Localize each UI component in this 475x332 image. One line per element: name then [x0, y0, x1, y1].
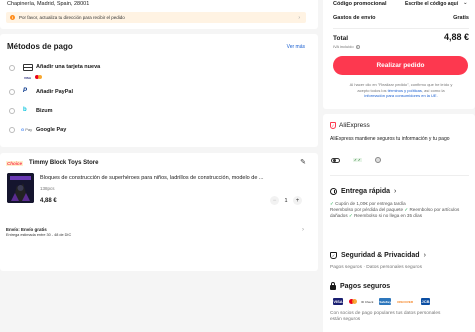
- brand-name: AliExpress: [339, 122, 370, 129]
- shield-icon: ✓: [330, 122, 336, 129]
- payment-method-bizum[interactable]: b Bizum: [9, 106, 309, 118]
- chevron-right-icon: ›: [298, 14, 300, 21]
- payment-method-label: Bizum: [36, 108, 53, 114]
- mastercard-icon: [35, 75, 42, 80]
- chevron-right-icon[interactable]: ›: [302, 227, 304, 233]
- see-more-link[interactable]: Ver más: [287, 44, 305, 50]
- address-warning[interactable]: ! Por favor, actualiza tu dirección para…: [6, 12, 306, 23]
- edit-icon[interactable]: ✎: [300, 158, 306, 166]
- brand-row: ✓ AliExpress: [330, 122, 370, 129]
- brand-description: AliExpress mantiene seguros tu informaci…: [330, 136, 450, 142]
- payment-method-label: Añadir una tarjeta nueva: [36, 64, 101, 70]
- trust-badges: ✓ ✓: [331, 157, 381, 163]
- lock-icon: [330, 282, 336, 290]
- shipping-cost-value: Gratis: [453, 15, 469, 21]
- secure-payments-header: Pagos seguros: [330, 282, 391, 290]
- delivery-item: Cupón de 1,00€ por entrega tardía: [335, 201, 406, 206]
- radio-button[interactable]: [9, 108, 15, 114]
- vat-note: IVA incluido i: [333, 44, 360, 49]
- trust-card: ✓ AliExpress AliExpress mantiene seguros…: [323, 114, 475, 332]
- security-text: Pagos seguros · Datos personales seguros: [330, 265, 422, 270]
- safekey-icon: SafeKey: [379, 298, 392, 305]
- product-title[interactable]: Bloques de construcción de superhéroes p…: [40, 175, 312, 181]
- secure-payments-text: Con socios de pago populares tus datos p…: [330, 311, 441, 322]
- warning-text: Por favor, actualiza tu dirección para r…: [19, 15, 125, 20]
- delivery-list: ✓ Cupón de 1,00€ por entrega tardía Reem…: [330, 201, 472, 219]
- paypal-icon: P: [23, 88, 28, 94]
- fast-delivery-header[interactable]: Entrega rápida ›: [330, 188, 396, 195]
- shipping-title: Envío: Envío gratis: [6, 227, 47, 232]
- place-order-button[interactable]: Realizar pedido: [333, 56, 468, 75]
- googlepay-icon: G Pay: [21, 127, 33, 132]
- payment-method-paypal[interactable]: P Añadir PayPal: [9, 87, 309, 99]
- product-variant[interactable]: 138pcs: [40, 186, 55, 191]
- chevron-down-icon[interactable]: ⌄: [463, 0, 468, 6]
- bizum-icon: b: [23, 107, 27, 113]
- radio-button[interactable]: [9, 127, 15, 133]
- fast-delivery-title: Entrega rápida: [341, 188, 391, 195]
- payment-method-card[interactable]: Añadir una tarjeta nueva VISA: [9, 62, 309, 80]
- store-name[interactable]: Timmy Block Toys Store: [29, 160, 98, 166]
- security-header[interactable]: ✓ Seguridad & Privacidad ›: [330, 252, 426, 259]
- radio-button[interactable]: [9, 89, 15, 95]
- seal-icon: [374, 157, 381, 163]
- payment-method-label: Google Pay: [36, 127, 67, 133]
- order-summary-card: Código promocional Escribe el código aqu…: [323, 0, 475, 109]
- store-header: Choice Timmy Block Toys Store: [6, 160, 98, 166]
- visa-icon: VISA: [333, 298, 343, 305]
- chevron-right-icon: ›: [423, 252, 426, 259]
- shipping-date: Entrega estimada entre 30 - 48 de DIC: [6, 233, 72, 237]
- legal-text-3: , así como la: [421, 87, 445, 93]
- warning-icon: !: [10, 15, 15, 20]
- mastercard-icon: [349, 299, 357, 304]
- address-line: Chapinería, Madrid, Spain, 28001: [7, 1, 90, 7]
- payment-method-label: Añadir PayPal: [36, 89, 73, 95]
- security-title: Seguridad & Privacidad: [341, 252, 420, 259]
- promo-label: Código promocional: [333, 1, 387, 7]
- consumer-info-link[interactable]: información para consumidores en la UE.: [364, 93, 437, 98]
- product-image[interactable]: [7, 173, 34, 203]
- delivery-item: Reembolso si no llega en 35 días: [354, 213, 422, 218]
- visa-icon: VISA: [24, 75, 32, 80]
- badge-icon: ✓ ✓: [353, 158, 362, 162]
- quantity-value[interactable]: 1: [279, 198, 293, 204]
- minus-button[interactable]: −: [270, 196, 279, 205]
- product-price: 4,88 €: [40, 198, 57, 204]
- store-card: Choice Timmy Block Toys Store ✎ Bloques …: [0, 153, 318, 271]
- divider: [330, 175, 469, 176]
- delivery-item: Reembolso por pérdida del paquete: [330, 207, 404, 212]
- info-icon[interactable]: i: [355, 44, 360, 49]
- chevron-right-icon: ›: [394, 188, 397, 195]
- legal-text: Al hacer clic en "Realizar pedido", conf…: [335, 82, 467, 99]
- total-label: Total: [333, 35, 349, 42]
- radio-button[interactable]: [9, 65, 15, 71]
- check-icon: ✓: [404, 207, 409, 212]
- payment-method-googlepay[interactable]: G Pay Google Pay: [9, 125, 309, 137]
- address-card: Chapinería, Madrid, Spain, 28001 ! Por f…: [0, 0, 318, 29]
- clock-icon: [330, 188, 337, 195]
- toggle-icon: [331, 157, 340, 163]
- choice-badge: Choice: [6, 160, 24, 166]
- check-icon: ✓: [348, 213, 353, 218]
- plus-button[interactable]: +: [293, 196, 302, 205]
- payment-title: Métodos de pago: [7, 42, 73, 51]
- jcb-icon: JCB: [421, 298, 431, 305]
- check-icon: ✓: [330, 201, 334, 206]
- promo-code-link[interactable]: Escribe el código aquí: [405, 1, 458, 7]
- secure-payments-title: Pagos seguros: [340, 283, 391, 290]
- terms-link[interactable]: términos y políticas: [388, 88, 422, 93]
- total-value: 4,88 €: [443, 32, 469, 42]
- divider: [333, 28, 469, 29]
- shipping-cost-label: Gastos de envío: [333, 15, 376, 21]
- shield-check-icon: ✓: [330, 252, 337, 259]
- idcheck-icon: ID Check: [361, 299, 374, 304]
- payment-logos: VISA ID Check SafeKey DISCOVER JCB: [333, 298, 431, 305]
- legal-text-1: Al hacer clic en "Realizar pedido", conf…: [349, 82, 453, 87]
- card-icon: [23, 64, 33, 71]
- payment-methods-card: Métodos de pago Ver más Añadir una tarje…: [0, 34, 318, 147]
- quantity-stepper: − 1 +: [270, 196, 302, 205]
- discover-icon: DISCOVER: [397, 299, 414, 304]
- legal-text-2: acepto todos los: [357, 87, 387, 93]
- vat-note-text: IVA incluido: [333, 44, 354, 49]
